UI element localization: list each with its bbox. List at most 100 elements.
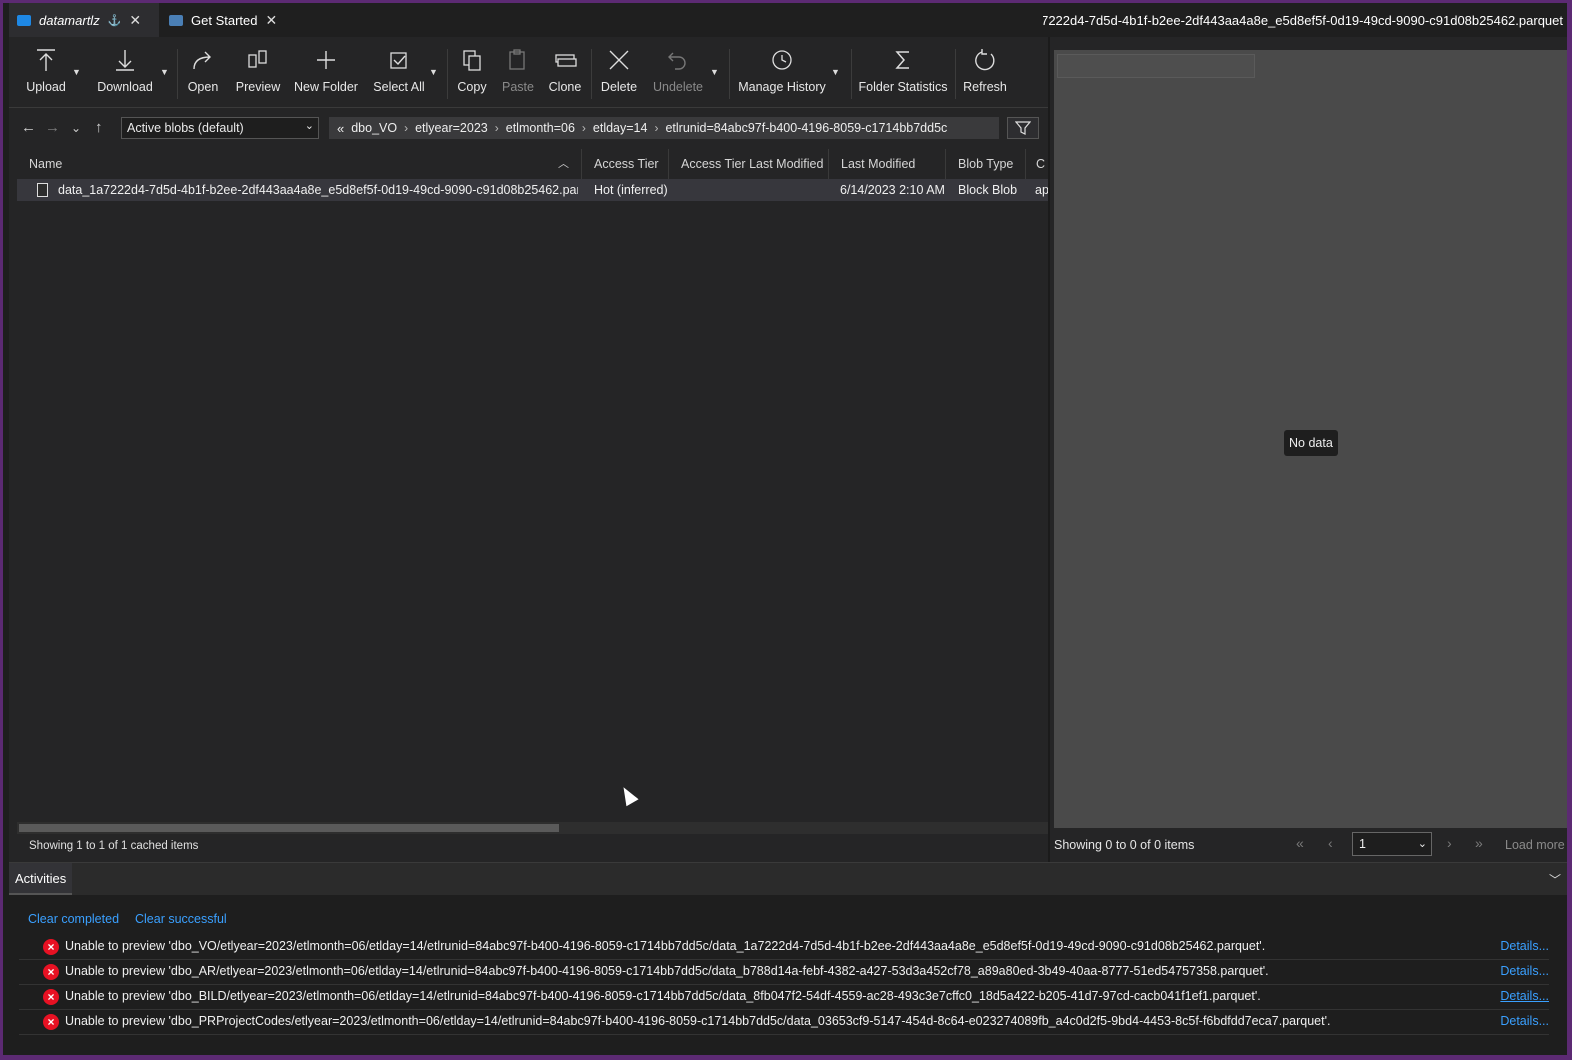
sigma-icon	[895, 51, 909, 69]
tab-datamartlz[interactable]: datamartlz ⚓ ✕	[9, 3, 159, 37]
breadcrumb-item[interactable]: etlday=14	[593, 121, 648, 135]
scrollbar-thumb[interactable]	[19, 824, 559, 832]
filter-icon	[1015, 121, 1031, 135]
details-link[interactable]: Details...	[1500, 989, 1549, 1003]
close-icon[interactable]: ✕	[265, 12, 277, 29]
filter-button[interactable]	[1007, 117, 1039, 139]
manage-history-label: Manage History	[738, 80, 826, 94]
back-arrow-icon[interactable]: ←	[21, 119, 36, 136]
column-header-access-tier[interactable]: Access Tier	[582, 149, 669, 179]
select-all-dropdown-icon[interactable]: ▼	[429, 67, 438, 77]
horizontal-scrollbar[interactable]	[17, 822, 1049, 834]
select-all-button[interactable]: Select All	[371, 43, 427, 103]
blob-view-value: Active blobs (default)	[127, 121, 244, 135]
preview-status: Showing 0 to 0 of 0 items	[1054, 838, 1195, 852]
paste-button[interactable]: Paste	[501, 43, 535, 103]
page-value: 1	[1359, 837, 1366, 851]
details-link[interactable]: Details...	[1500, 939, 1549, 953]
open-button[interactable]: Open	[185, 43, 221, 103]
blob-table: Name ︿ Access Tier Access Tier Last Modi…	[17, 149, 1049, 201]
manage-history-dropdown-icon[interactable]: ▼	[831, 67, 840, 77]
mouse-cursor-icon	[617, 783, 639, 807]
activity-item: × Unable to preview 'dbo_VO/etlyear=2023…	[19, 935, 1549, 960]
undelete-dropdown-icon[interactable]: ▼	[710, 67, 719, 77]
toolbar-separator	[177, 49, 178, 99]
delete-label: Delete	[600, 80, 638, 94]
page-select[interactable]: 1 ⌄	[1352, 832, 1432, 856]
forward-arrow-icon[interactable]: →	[45, 119, 60, 136]
upload-button[interactable]: Upload	[23, 43, 69, 103]
clear-successful-button[interactable]: Clear successful	[135, 912, 227, 926]
plus-icon	[317, 51, 335, 69]
chevron-down-icon[interactable]: ﹀	[1549, 871, 1561, 888]
undelete-label: Undelete	[652, 80, 704, 94]
preview-icon	[248, 50, 267, 68]
column-header-content-type[interactable]: C	[1026, 149, 1049, 179]
table-row[interactable]: data_1a7222d4-7d5d-4b1f-b2ee-2df443aa4a8…	[17, 179, 1049, 201]
details-link[interactable]: Details...	[1500, 964, 1549, 978]
details-link[interactable]: Details...	[1500, 1014, 1549, 1028]
clear-completed-button[interactable]: Clear completed	[28, 912, 119, 926]
activity-message: Unable to preview 'dbo_PRProjectCodes/et…	[65, 1014, 1331, 1028]
cell-last-modified: 6/14/2023 2:10 AM	[840, 183, 945, 197]
load-more-button[interactable]: Load more	[1505, 838, 1565, 852]
no-data-message: No data	[1284, 430, 1338, 456]
refresh-icon	[975, 49, 995, 71]
upload-dropdown-icon[interactable]: ▼	[72, 67, 81, 77]
table-header: Name ︿ Access Tier Access Tier Last Modi…	[17, 149, 1049, 179]
pin-icon[interactable]: ⚓	[108, 14, 122, 27]
delete-button[interactable]: Delete	[599, 43, 639, 103]
new-folder-button[interactable]: New Folder	[293, 43, 359, 103]
error-icon: ×	[43, 1014, 59, 1030]
tab-get-started[interactable]: Get Started ✕	[161, 3, 287, 37]
upload-label: Upload	[26, 80, 66, 94]
column-header-access-tier-last-modified[interactable]: Access Tier Last Modified	[669, 149, 829, 179]
pane-splitter[interactable]	[1048, 37, 1050, 862]
upload-icon	[37, 49, 55, 71]
first-page-icon[interactable]: «	[1296, 835, 1304, 851]
up-arrow-icon[interactable]: ↑	[95, 119, 103, 136]
preview-file-title: data_1a7222d4-7d5d-4b1f-b2ee-2df443aa4a8…	[1043, 13, 1563, 28]
column-header-name[interactable]: Name ︿	[17, 149, 582, 179]
open-icon	[193, 51, 211, 70]
folder-statistics-label: Folder Statistics	[858, 80, 948, 94]
activity-message: Unable to preview 'dbo_BILD/etlyear=2023…	[65, 989, 1261, 1003]
tab-bar: datamartlz ⚓ ✕ Get Started ✕ data_1a7222…	[9, 3, 1567, 37]
column-label: Access Tier Last Modified	[681, 157, 824, 171]
column-header-last-modified[interactable]: Last Modified	[829, 149, 946, 179]
new-folder-label: New Folder	[294, 80, 358, 94]
recent-locations-chevron-icon[interactable]: ⌄	[71, 121, 81, 135]
last-page-icon[interactable]: »	[1475, 835, 1483, 851]
previous-page-icon[interactable]: ‹	[1328, 835, 1333, 851]
download-button[interactable]: Download	[95, 43, 155, 103]
breadcrumb-item[interactable]: etlmonth=06	[506, 121, 575, 135]
download-dropdown-icon[interactable]: ▼	[160, 67, 169, 77]
preview-panel: No data	[1054, 50, 1567, 828]
breadcrumb-overflow-icon[interactable]: «	[337, 121, 344, 136]
close-icon[interactable]: ✕	[129, 12, 141, 29]
breadcrumb-item[interactable]: dbo_VO	[351, 121, 397, 135]
blob-view-select[interactable]: Active blobs (default) ⌄	[121, 117, 319, 139]
manage-history-button[interactable]: Manage History	[737, 43, 827, 103]
activity-item: × Unable to preview 'dbo_PRProjectCodes/…	[19, 1010, 1549, 1035]
preview-button[interactable]: Preview	[235, 43, 281, 103]
copy-label: Copy	[457, 80, 487, 94]
next-page-icon[interactable]: ›	[1447, 835, 1452, 851]
column-header-blob-type[interactable]: Blob Type	[946, 149, 1026, 179]
column-label: C	[1036, 157, 1046, 171]
undelete-button[interactable]: Undelete	[651, 43, 705, 103]
breadcrumb-item[interactable]: etlyear=2023	[415, 121, 488, 135]
copy-button[interactable]: Copy	[455, 43, 489, 103]
get-started-icon	[169, 14, 183, 26]
paste-label: Paste	[502, 80, 534, 94]
folder-statistics-button[interactable]: Folder Statistics	[859, 43, 947, 103]
blob-list-status: Showing 1 to 1 of 1 cached items	[29, 840, 199, 852]
preview-search-field[interactable]	[1057, 54, 1255, 78]
refresh-button[interactable]: Refresh	[963, 43, 1007, 103]
chevron-right-icon: ›	[581, 121, 586, 135]
clone-button[interactable]: Clone	[547, 43, 583, 103]
tab-activities[interactable]: Activities	[9, 863, 73, 895]
breadcrumb-item[interactable]: etlrunid=84abc97f-b400-4196-8059-c1714bb…	[665, 121, 947, 135]
tab-label: Get Started	[191, 12, 258, 28]
cell-access-tier: Hot (inferred)	[594, 183, 668, 197]
